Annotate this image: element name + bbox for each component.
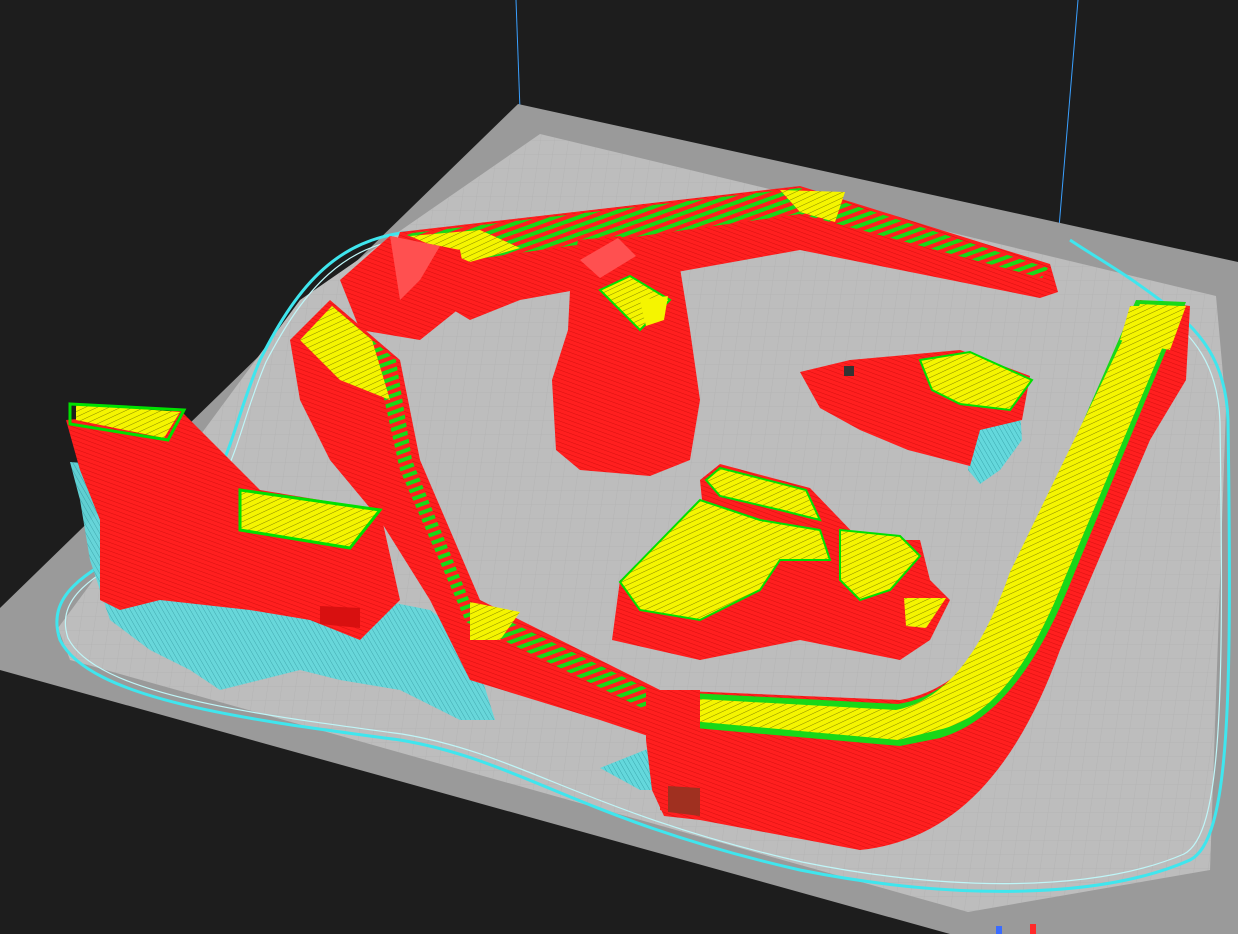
gcode-preview-viewport[interactable] [0,0,1238,934]
axis-x-icon [996,926,1002,934]
3d-scene[interactable] [0,0,1238,934]
axis-y-icon [1030,924,1036,934]
model-center-tower [552,236,700,476]
